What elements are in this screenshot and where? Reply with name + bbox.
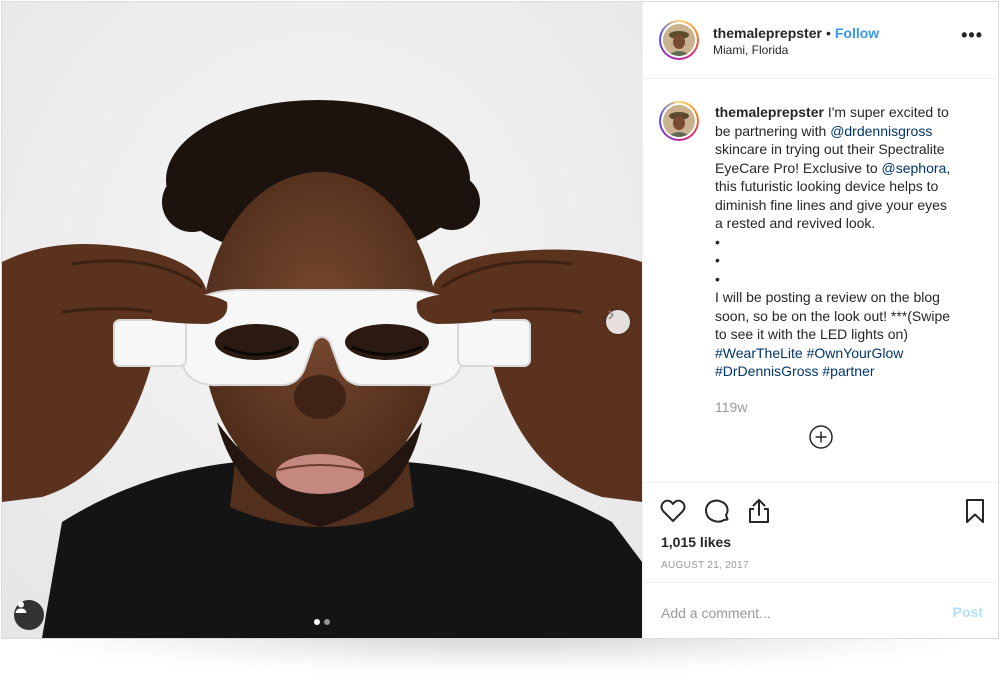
hashtag-link[interactable]: #partner bbox=[822, 363, 874, 379]
carousel-indicators bbox=[314, 619, 330, 625]
photo-illustration bbox=[2, 2, 642, 638]
mention-link[interactable]: @drdennisgross bbox=[830, 123, 932, 139]
username-link[interactable]: themaleprepster bbox=[713, 25, 822, 41]
chevron-right-icon bbox=[608, 310, 615, 320]
caption-bullet: • bbox=[715, 233, 720, 250]
caption-text: soon, so be on the look out! ***(Swipe bbox=[715, 307, 951, 324]
caption-text: to see it with the LED lights on) bbox=[715, 326, 908, 342]
header-user-line: themaleprepster • Follow bbox=[713, 25, 879, 41]
avatar-image bbox=[663, 24, 695, 56]
comment-form: Post bbox=[643, 582, 998, 638]
hashtag-link[interactable]: #DrDennisGross bbox=[715, 363, 818, 379]
caption-text: , bbox=[946, 159, 951, 176]
carousel-dot bbox=[324, 619, 330, 625]
comments-section: themaleprepster I'm super excited to be … bbox=[643, 79, 998, 482]
post-header: themaleprepster • Follow Miami, Florida ••… bbox=[643, 2, 998, 79]
post-date[interactable]: AUGUST 21, 2017 bbox=[661, 560, 749, 571]
post-comment-button[interactable]: Post bbox=[953, 604, 983, 620]
hashtag-link[interactable]: #WearTheLite bbox=[715, 345, 803, 361]
post-actions: 1,015 likes AUGUST 21, 2017 bbox=[643, 482, 998, 583]
caption-text: a rested and revived look. bbox=[715, 215, 876, 231]
load-more-comments-icon[interactable] bbox=[809, 425, 833, 449]
location-link[interactable]: Miami, Florida bbox=[713, 43, 788, 57]
caption-bullet: • bbox=[715, 252, 720, 268]
caption-bullet: • bbox=[715, 270, 720, 287]
comment-input[interactable] bbox=[661, 603, 921, 623]
caption-text: I will be posting a review on the blog bbox=[715, 289, 940, 305]
caption-text: diminish fine lines and give your eyes bbox=[715, 196, 947, 213]
caption-text: be partnering with bbox=[715, 122, 831, 139]
caption-avatar[interactable] bbox=[659, 101, 699, 141]
follow-button[interactable]: Follow bbox=[835, 25, 879, 41]
mention-link[interactable]: @sephora bbox=[882, 160, 947, 176]
tagged-users-button[interactable] bbox=[14, 600, 44, 630]
more-options-icon[interactable]: ••• bbox=[961, 26, 983, 44]
share-icon[interactable] bbox=[745, 497, 773, 525]
post-caption: themaleprepster I'm super excited to be … bbox=[715, 103, 975, 381]
caption-text: EyeCare Pro! Exclusive to bbox=[715, 159, 882, 176]
comment-icon[interactable] bbox=[703, 497, 731, 525]
post-card: themaleprepster • Follow Miami, Florida ••… bbox=[1, 1, 999, 639]
caption-timestamp[interactable]: 119w bbox=[715, 399, 747, 415]
caption-text: this futuristic looking device helps to bbox=[715, 178, 939, 194]
avatar[interactable] bbox=[659, 20, 699, 60]
caption-text: skincare in trying out their Spectralite bbox=[715, 141, 945, 157]
carousel-dot bbox=[314, 619, 320, 625]
hashtag-link[interactable]: #OwnYourGlow bbox=[807, 345, 904, 361]
heart-icon[interactable] bbox=[659, 497, 687, 525]
caption-username[interactable]: themaleprepster bbox=[715, 104, 824, 120]
next-slide-button[interactable] bbox=[606, 310, 630, 334]
post-side-panel: themaleprepster • Follow Miami, Florida ••… bbox=[642, 2, 998, 638]
caption-text: I'm super excited to bbox=[823, 104, 949, 120]
avatar-image bbox=[663, 105, 695, 137]
user-icon bbox=[15, 601, 27, 613]
separator: • bbox=[825, 25, 831, 41]
post-photo[interactable] bbox=[2, 2, 642, 638]
bookmark-icon[interactable] bbox=[961, 497, 989, 525]
likes-count[interactable]: 1,015 likes bbox=[661, 534, 731, 550]
